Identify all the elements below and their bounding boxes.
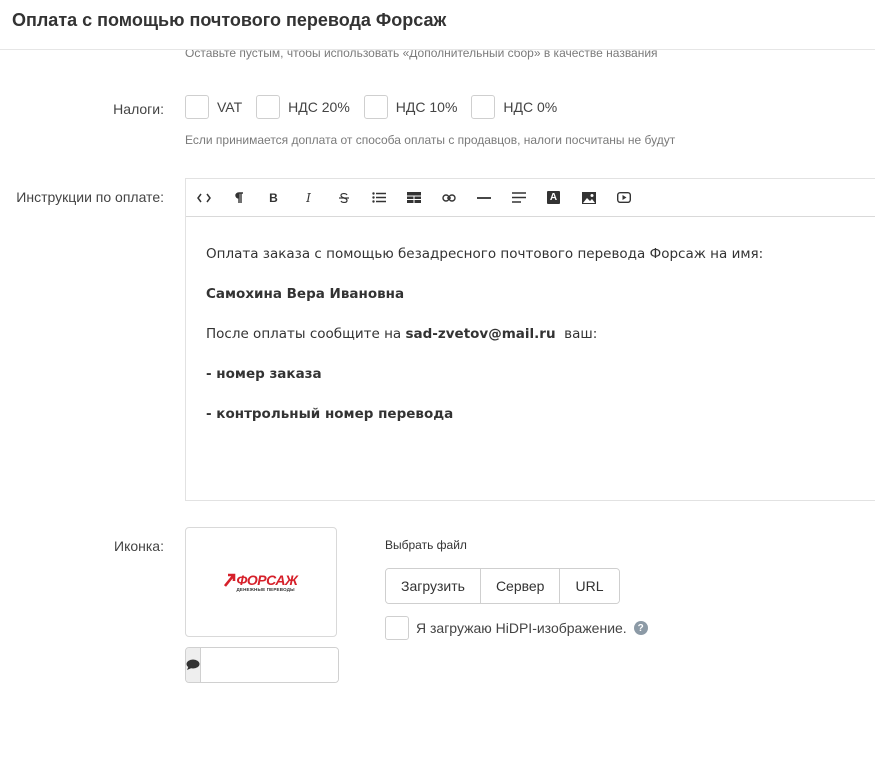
page-header: Оплата с помощью почтового перевода Форс… (0, 0, 875, 50)
align-icon[interactable] (501, 179, 536, 217)
recipient-name: Самохина Вера Ивановна (206, 286, 405, 302)
logo-arrow-icon (224, 573, 236, 587)
tax-option-nds20[interactable]: НДС 20% (256, 95, 350, 119)
video-icon[interactable] (606, 179, 641, 217)
content-line-2: Самохина Вера Ивановна (206, 281, 865, 307)
upload-button[interactable]: Загрузить (386, 569, 481, 603)
help-icon[interactable]: ? (633, 621, 648, 635)
table-icon[interactable] (396, 179, 431, 217)
hidpi-option[interactable]: Я загружаю HiDPI-изображение. ? (385, 616, 648, 640)
content-line-3: После оплаты сообщите на sad-zvetov@mail… (206, 321, 865, 347)
content-line-1: Оплата заказа с помощью безадресного поч… (206, 246, 764, 262)
logo-subtext: ДЕНЕЖНЫЕ ПЕРЕВОДЫ (236, 586, 295, 592)
content-line-3-suffix: ваш: (555, 326, 598, 342)
font-color-icon[interactable]: A (536, 179, 571, 217)
comment-icon (186, 648, 201, 682)
url-button[interactable]: URL (560, 569, 619, 603)
wysiwyg-editor[interactable]: B I A Оплата заказа с помощью безадресно… (185, 178, 875, 501)
bold-icon[interactable]: B (256, 179, 291, 217)
italic-icon[interactable]: I (291, 179, 326, 217)
icon-preview: ФОРСАЖ ДЕНЕЖНЫЕ ПЕРЕВОДЫ (185, 527, 337, 637)
tax-label-nds20: НДС 20% (288, 99, 350, 115)
tax-checkbox-nds10[interactable] (363, 95, 388, 119)
taxes-options: VAT НДС 20% НДС 10% НДС 0% (185, 95, 571, 119)
tax-checkbox-nds0[interactable] (471, 95, 496, 119)
italic-glyph: I (306, 190, 311, 205)
tax-option-nds0[interactable]: НДС 0% (471, 95, 557, 119)
tax-checkbox-vat[interactable] (185, 95, 209, 119)
content-line-4: - номер заказа (206, 361, 865, 387)
page-title: Оплата с помощью почтового перевода Форс… (12, 10, 447, 30)
code-view-icon[interactable] (186, 179, 221, 217)
list-item-order-number: - номер заказа (206, 366, 322, 382)
paragraph-icon[interactable] (221, 179, 256, 217)
icon-alt-text-input[interactable] (201, 648, 338, 682)
tax-option-nds10[interactable]: НДС 10% (363, 95, 458, 119)
list-item-control-number: - контрольный номер перевода (206, 406, 454, 422)
content-line-3-prefix: После оплаты сообщите на (206, 326, 406, 342)
horizontal-rule-icon[interactable] (466, 179, 501, 217)
hidpi-checkbox[interactable] (385, 616, 409, 640)
forsazh-logo: ФОРСАЖ ДЕНЕЖНЫЕ ПЕРЕВОДЫ (224, 571, 298, 592)
font-color-glyph: A (547, 191, 560, 204)
icon-label: Иконка: (114, 538, 164, 554)
content-line-5: - контрольный номер перевода (206, 401, 865, 427)
bullet-list-icon[interactable] (361, 179, 396, 217)
image-icon[interactable] (571, 179, 606, 217)
server-button[interactable]: Сервер (480, 569, 561, 603)
tax-checkbox-nds20[interactable] (256, 95, 281, 119)
hidpi-label: Я загружаю HiDPI-изображение. (416, 620, 627, 636)
taxes-label: Налоги: (113, 101, 164, 117)
editor-toolbar: B I A (186, 179, 875, 217)
tax-label-nds0: НДС 0% (503, 99, 558, 115)
editor-content[interactable]: Оплата заказа с помощью безадресного поч… (186, 217, 875, 437)
logo-text: ФОРСАЖ (236, 571, 298, 588)
choose-file-label: Выбрать файл (385, 538, 467, 552)
file-source-buttons: Загрузить Сервер URL (385, 568, 620, 604)
instructions-label: Инструкции по оплате: (16, 189, 164, 205)
tax-option-vat[interactable]: VAT (185, 95, 242, 119)
tax-label-nds10: НДС 10% (395, 99, 458, 115)
bold-glyph: B (269, 190, 278, 205)
contact-email: sad-zvetov@mail.ru (405, 326, 556, 342)
icon-alt-text-group (185, 647, 339, 683)
strikethrough-icon[interactable] (326, 179, 361, 217)
tax-label-vat: VAT (217, 99, 243, 115)
link-icon[interactable] (431, 179, 466, 217)
taxes-hint: Если принимается доплата от способа опла… (185, 133, 676, 147)
